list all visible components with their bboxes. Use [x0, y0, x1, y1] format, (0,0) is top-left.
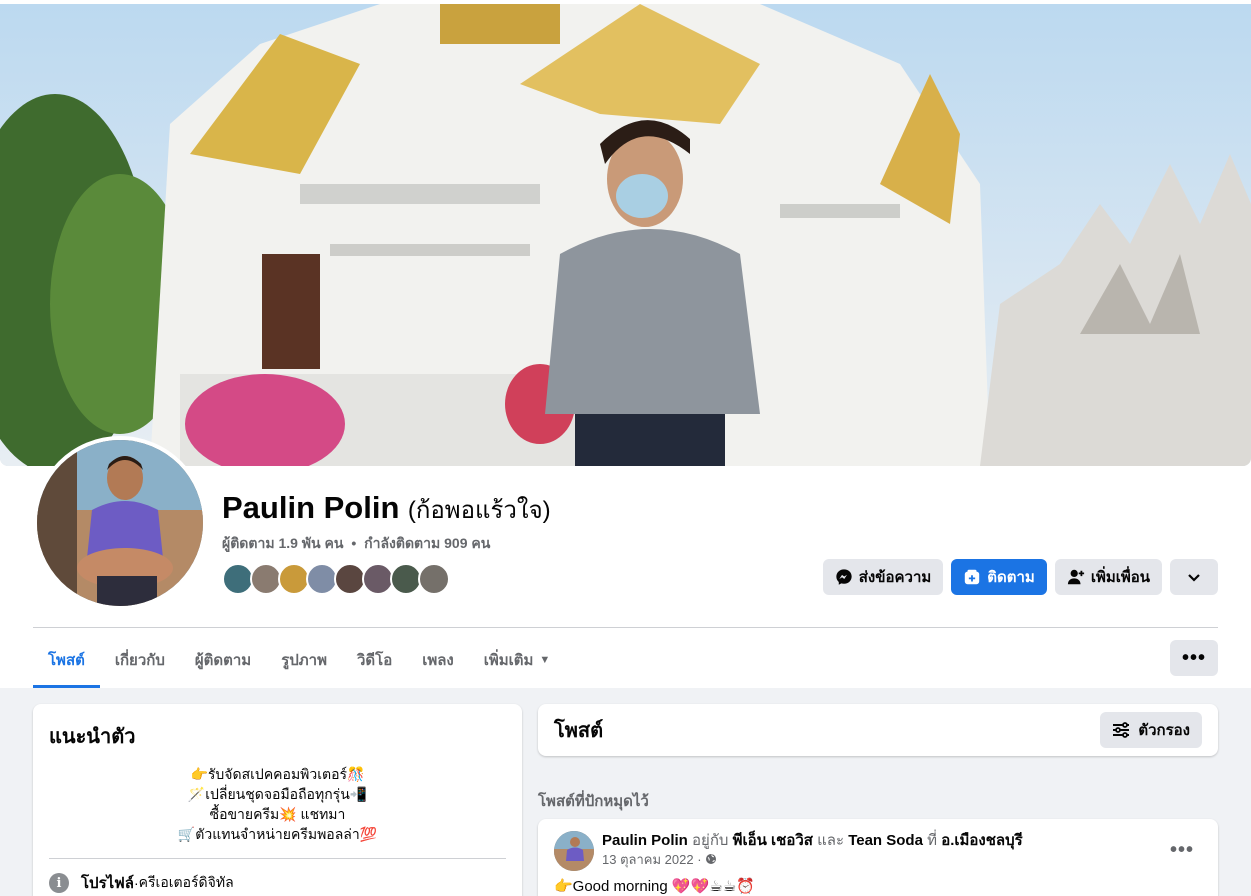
- post-date[interactable]: 13 ตุลาคม 2022 ·: [602, 852, 702, 867]
- post-tagged-user[interactable]: Tean Soda: [848, 832, 923, 849]
- chevron-down-icon: [1188, 574, 1200, 582]
- post-with-word: อยู่กับ: [692, 832, 729, 849]
- followers-link[interactable]: ผู้ติดตาม 1.9 พัน คน: [222, 535, 343, 551]
- bio-line: ซื้อขายครีม💥 แชทมา: [209, 806, 346, 822]
- header-divider: [33, 627, 1218, 628]
- follow-icon: [965, 569, 980, 585]
- posts-header-card: โพสต์ ตัวกรอง: [538, 704, 1218, 756]
- add-friend-button-label: เพิ่มเพื่อน: [1090, 569, 1150, 586]
- caret-down-icon: ▼: [539, 654, 551, 666]
- follow-button-label: ติดตาม: [987, 569, 1035, 586]
- follow-button[interactable]: ติดตาม: [951, 559, 1047, 595]
- intro-bio: 👉รับจัดสเปคคอมพิวเตอร์🎊 🪄เปลี่ยนชุดจอมือ…: [49, 764, 506, 844]
- post-location[interactable]: อ.เมืองชลบุรี: [941, 832, 1022, 849]
- tab-followers[interactable]: ผู้ติดตาม: [180, 632, 266, 688]
- profile-dropdown-button[interactable]: [1170, 559, 1218, 595]
- post-header: Paulin Polin อยู่กับ พีเอ็น เชอวิส และ T…: [554, 831, 1202, 871]
- messenger-icon: [836, 569, 852, 585]
- post-byline: Paulin Polin อยู่กับ พีเอ็น เชอวิส และ T…: [602, 831, 1023, 851]
- post-text: 👉Good morning 💖💖☕☕⏰: [554, 878, 755, 895]
- profile-name-row: Paulin Polin (ก้อพอแร้วใจ): [222, 490, 551, 529]
- friend-avatar[interactable]: [418, 563, 450, 595]
- pinned-post: Paulin Polin อยู่กับ พีเอ็น เชอวิส และ T…: [538, 819, 1218, 896]
- message-button-label: ส่งข้อความ: [858, 569, 932, 586]
- tab-more-label: เพิ่มเติม: [483, 652, 534, 669]
- bio-line: 🪄เปลี่ยนชุดจอมือถือทุกรุ่น📲: [187, 786, 368, 802]
- add-friend-button[interactable]: เพิ่มเพื่อน: [1054, 559, 1162, 595]
- add-friend-icon: [1067, 569, 1084, 585]
- post-author-name[interactable]: Paulin Polin: [602, 832, 688, 849]
- ellipsis-icon: •••: [1181, 646, 1206, 669]
- tab-posts[interactable]: โพสต์: [33, 632, 100, 688]
- profile-actions: ส่งข้อความ ติดตาม เพิ่มเพื่อน: [822, 559, 1218, 595]
- follow-stats: ผู้ติดตาม 1.9 พัน คน • กำลังติดตาม 909 ค…: [222, 533, 490, 555]
- post-and-word: และ: [817, 832, 845, 849]
- profile-tabs: โพสต์ เกี่ยวกับ ผู้ติดตาม รูปภาพ วิดีโอ …: [33, 632, 565, 688]
- bio-line: 🛒ตัวแทนจำหน่ายครีมพอลล่า💯: [177, 826, 378, 842]
- pinned-posts-label: โพสต์ที่ปักหมุดไว้: [538, 793, 649, 810]
- following-link[interactable]: กำลังติดตาม 909 คน: [364, 535, 490, 551]
- friend-avatars: [222, 563, 450, 595]
- profile-header: Paulin Polin (ก้อพอแร้วใจ) ผู้ติดตาม 1.9…: [0, 0, 1251, 688]
- filter-icon: [1113, 722, 1130, 738]
- filter-button-label: ตัวกรอง: [1138, 722, 1190, 739]
- info-icon: i: [49, 873, 69, 893]
- post-meta: Paulin Polin อยู่กับ พีเอ็น เชอวิส และ T…: [602, 831, 1023, 869]
- post-tagged-user[interactable]: พีเอ็น เชอวิส: [733, 832, 813, 849]
- profile-avatar[interactable]: [33, 436, 207, 610]
- profile-label: โปรไฟล์: [81, 875, 134, 892]
- intro-divider: [49, 858, 506, 859]
- post-options-button[interactable]: •••: [1170, 839, 1194, 862]
- tab-music[interactable]: เพลง: [407, 632, 469, 688]
- cover-image: [0, 4, 1251, 466]
- profile-name: Paulin Polin: [222, 490, 400, 525]
- profile-alt-name: (ก้อพอแร้วใจ): [407, 497, 551, 524]
- bio-line: 👉รับจัดสเปคคอมพิวเตอร์🎊: [190, 766, 365, 782]
- post-at-word: ที่: [927, 832, 938, 849]
- cover-photo[interactable]: [0, 4, 1251, 466]
- posts-title: โพสต์: [554, 720, 604, 742]
- intro-card: แนะนำตัว 👉รับจัดสเปคคอมพิวเตอร์🎊 🪄เปลี่ย…: [33, 704, 522, 896]
- post-author-avatar[interactable]: [554, 831, 594, 871]
- tab-photos[interactable]: รูปภาพ: [266, 632, 342, 688]
- intro-profile-row: i โปรไฟล์ · ครีเอเตอร์ดิจิทัล: [49, 871, 506, 895]
- stats-separator: •: [351, 535, 357, 551]
- tab-about[interactable]: เกี่ยวกับ: [100, 632, 180, 688]
- profile-category: ครีเอเตอร์ดิจิทัล: [138, 874, 234, 890]
- avatar-image: [37, 440, 203, 606]
- tab-more[interactable]: เพิ่มเติม ▼: [469, 632, 566, 688]
- post-date-row: 13 ตุลาคม 2022 ·: [602, 851, 1023, 869]
- tab-videos[interactable]: วิดีโอ: [342, 632, 407, 688]
- intro-title: แนะนำตัว: [49, 726, 136, 748]
- message-button[interactable]: ส่งข้อความ: [822, 559, 944, 595]
- filter-button[interactable]: ตัวกรอง: [1100, 712, 1202, 748]
- more-options-button[interactable]: •••: [1170, 640, 1218, 676]
- globe-icon: [706, 854, 717, 864]
